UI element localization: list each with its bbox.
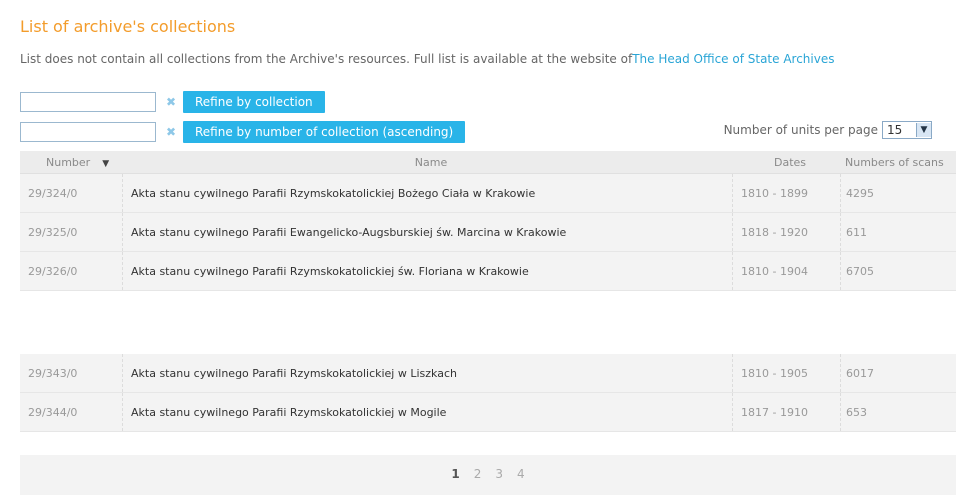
collections-table: Number ▼ Name Dates Numbers of scans 29/3…: [20, 151, 956, 291]
collection-filter: ✖ Refine by collection: [20, 91, 325, 113]
table-row[interactable]: 29/343/0 Akta stanu cywilnego Parafii Rz…: [20, 354, 956, 393]
collections-table-continued: 29/343/0 Akta stanu cywilnego Parafii Rz…: [20, 354, 956, 432]
row-scans: 6017: [840, 354, 956, 392]
page-link-3[interactable]: 3: [495, 467, 503, 481]
table-header: Number ▼ Name Dates Numbers of scans: [20, 151, 956, 174]
header-number[interactable]: Number ▼: [20, 156, 122, 169]
row-dates: 1817 - 1910: [732, 393, 840, 431]
collection-filter-input[interactable]: [20, 92, 156, 112]
row-name[interactable]: Akta stanu cywilnego Parafii Rzymskokato…: [122, 174, 732, 212]
number-filter: ✖ Refine by number of collection (ascend…: [20, 121, 466, 143]
page-link-4[interactable]: 4: [517, 467, 525, 481]
table-row[interactable]: 29/344/0 Akta stanu cywilnego Parafii Rz…: [20, 393, 956, 432]
table-row[interactable]: 29/326/0 Akta stanu cywilnego Parafii Rz…: [20, 252, 956, 291]
head-office-link[interactable]: The Head Office of State Archives: [632, 52, 834, 66]
row-number: 29/344/0: [28, 405, 78, 419]
header-name[interactable]: Name: [122, 156, 732, 169]
units-per-page-label: Number of units per page: [723, 123, 878, 137]
pagination: 1 2 3 4: [20, 455, 956, 495]
header-scans[interactable]: Numbers of scans: [840, 156, 956, 169]
row-dates: 1810 - 1905: [732, 354, 840, 392]
units-per-page-select[interactable]: 15 ▼: [882, 121, 932, 139]
units-per-page: Number of units per page 15 ▼: [724, 121, 932, 139]
row-number: 29/325/0: [28, 225, 78, 239]
clear-collection-icon[interactable]: ✖: [165, 95, 177, 109]
row-dates: 1810 - 1904: [732, 252, 840, 290]
chevron-down-icon[interactable]: ▼: [916, 123, 931, 137]
sort-desc-icon[interactable]: ▼: [102, 159, 109, 169]
row-name[interactable]: Akta stanu cywilnego Parafii Rzymskokato…: [122, 252, 732, 290]
row-scans: 653: [840, 393, 956, 431]
row-number: 29/343/0: [28, 366, 78, 380]
intro-description: List does not contain all collections fr…: [20, 52, 633, 66]
page-link-1[interactable]: 1: [451, 467, 459, 481]
table-row[interactable]: 29/324/0 Akta stanu cywilnego Parafii Rz…: [20, 174, 956, 213]
units-per-page-value: 15: [887, 123, 903, 137]
row-name[interactable]: Akta stanu cywilnego Parafii Rzymskokato…: [122, 354, 732, 392]
clear-number-icon[interactable]: ✖: [165, 125, 177, 139]
row-dates: 1810 - 1899: [732, 174, 840, 212]
page-link-2[interactable]: 2: [474, 467, 482, 481]
number-filter-input[interactable]: [20, 122, 156, 142]
blank-region: [0, 302, 956, 354]
row-scans: 4295: [840, 174, 956, 212]
intro-text: List does not contain all collections fr…: [20, 52, 834, 66]
row-dates: 1818 - 1920: [732, 213, 840, 251]
table-row[interactable]: 29/325/0 Akta stanu cywilnego Parafii Ew…: [20, 213, 956, 252]
page-title: List of archive's collections: [20, 17, 236, 36]
row-name[interactable]: Akta stanu cywilnego Parafii Rzymskokato…: [122, 393, 732, 431]
row-name[interactable]: Akta stanu cywilnego Parafii Ewangelicko…: [122, 213, 732, 251]
row-scans: 611: [840, 213, 956, 251]
row-number: 29/326/0: [28, 264, 78, 278]
row-number: 29/324/0: [28, 186, 78, 200]
refine-by-collection-button[interactable]: Refine by collection: [183, 91, 325, 113]
refine-by-number-button[interactable]: Refine by number of collection (ascendin…: [183, 121, 466, 143]
header-dates[interactable]: Dates: [732, 156, 840, 169]
row-scans: 6705: [840, 252, 956, 290]
